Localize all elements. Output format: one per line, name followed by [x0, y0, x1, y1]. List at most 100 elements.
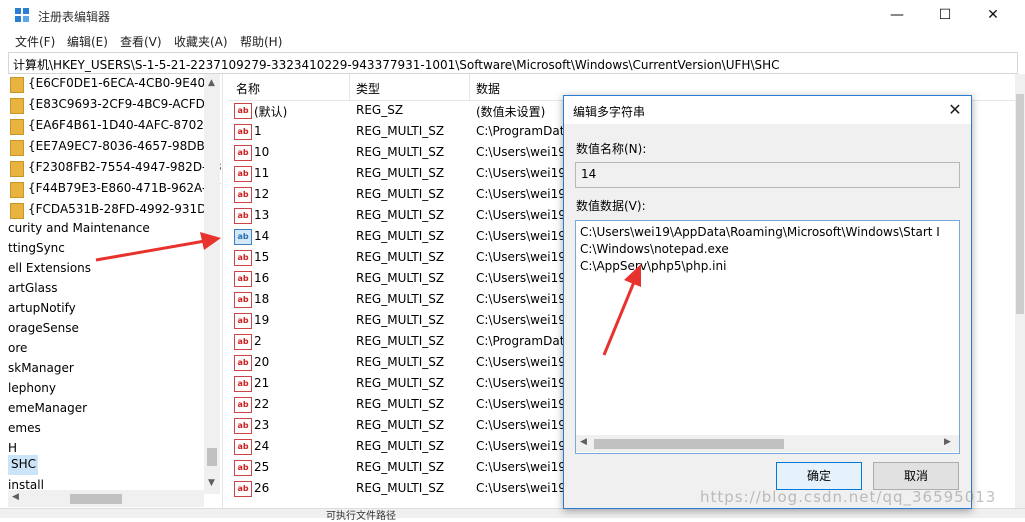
cell-type: REG_MULTI_SZ: [356, 376, 445, 390]
folder-icon: [10, 182, 24, 198]
reg-value-icon: ab: [234, 460, 252, 476]
cell-type: REG_MULTI_SZ: [356, 271, 445, 285]
reg-value-icon: ab: [234, 376, 252, 392]
cell-name: 10: [254, 145, 270, 159]
cell-type: REG_MULTI_SZ: [356, 166, 445, 180]
cell-name: 21: [254, 376, 270, 390]
cell-name: 23: [254, 418, 270, 432]
reg-value-icon: ab: [234, 145, 252, 161]
tree-item[interactable]: ell Extensions: [8, 259, 204, 279]
reg-value-icon: ab: [234, 166, 252, 182]
cell-name: 24: [254, 439, 270, 453]
tree-item[interactable]: artupNotify: [8, 299, 204, 319]
cell-name: 19: [254, 313, 270, 327]
scroll-thumb[interactable]: [207, 448, 217, 466]
cell-type: REG_MULTI_SZ: [356, 250, 445, 264]
data-horizontal-scrollbar[interactable]: ◀ ▶: [576, 435, 959, 452]
close-icon[interactable]: ✕: [942, 99, 968, 121]
cell-name: 16: [254, 271, 270, 285]
dialog-title-bar: 编辑多字符串 ✕: [564, 96, 971, 124]
address-path: 计算机\HKEY_USERS\S-1-5-21-2237109279-33234…: [13, 58, 780, 72]
tree-item[interactable]: curity and Maintenance: [8, 219, 204, 239]
reg-value-icon: ab: [234, 187, 252, 203]
reg-value-icon: ab: [234, 124, 252, 140]
tree-vertical-scrollbar[interactable]: ▲ ▼: [204, 74, 220, 494]
reg-value-icon: ab: [234, 292, 252, 308]
reg-value-icon: ab: [234, 250, 252, 266]
tree-item[interactable]: artGlass: [8, 279, 204, 299]
reg-value-icon: ab: [234, 481, 252, 497]
reg-value-icon: ab: [234, 103, 252, 119]
data-line: C:\Users\wei19\AppData\Roaming\Microsoft…: [580, 225, 940, 239]
menu-edit[interactable]: 编辑(E): [67, 33, 108, 50]
reg-value-icon: ab: [234, 355, 252, 371]
scroll-left-icon[interactable]: ◀: [580, 437, 587, 447]
cell-data: C:\Users\wei19: [476, 250, 566, 264]
column-divider[interactable]: [469, 74, 470, 100]
tree-item[interactable]: emeManager: [8, 399, 204, 419]
tree-item[interactable]: orageSense: [8, 319, 204, 339]
cell-type: REG_MULTI_SZ: [356, 334, 445, 348]
watermark: https://blog.csdn.net/qq_36595013: [700, 488, 997, 506]
cell-data: C:\Users\wei19: [476, 355, 566, 369]
cell-type: REG_SZ: [356, 103, 404, 117]
cancel-button[interactable]: 取消: [873, 462, 959, 490]
cell-data: C:\Users\wei19: [476, 460, 566, 474]
reg-value-icon: ab: [234, 208, 252, 224]
ok-button[interactable]: 确定: [776, 462, 862, 490]
cell-type: REG_MULTI_SZ: [356, 397, 445, 411]
reg-value-icon: ab: [234, 313, 252, 329]
cell-type: REG_MULTI_SZ: [356, 124, 445, 138]
column-type[interactable]: 类型: [356, 80, 380, 97]
value-name-label: 数值名称(N):: [576, 142, 647, 156]
title-bar: 注册表编辑器 — ☐ ✕: [0, 0, 1025, 31]
scroll-right-icon[interactable]: ▶: [944, 437, 951, 447]
menu-view[interactable]: 查看(V): [120, 33, 162, 50]
dialog-title: 编辑多字符串: [573, 105, 646, 119]
menu-favorites[interactable]: 收藏夹(A): [174, 33, 228, 50]
cell-type: REG_MULTI_SZ: [356, 355, 445, 369]
tree-item-selected[interactable]: SHC: [8, 455, 38, 475]
column-data[interactable]: 数据: [476, 80, 500, 97]
scroll-down-icon[interactable]: ▼: [208, 478, 215, 488]
scroll-thumb[interactable]: [70, 494, 122, 504]
tree-item[interactable]: skManager: [8, 359, 204, 379]
cell-name: 1: [254, 124, 262, 138]
scroll-left-icon[interactable]: ◀: [12, 492, 19, 502]
cell-name: 26: [254, 481, 270, 495]
cell-name: 20: [254, 355, 270, 369]
value-data-textarea[interactable]: C:\Users\wei19\AppData\Roaming\Microsoft…: [575, 220, 960, 454]
data-line: C:\AppServ\php5\php.ini: [580, 259, 727, 273]
menu-help[interactable]: 帮助(H): [240, 33, 282, 50]
cell-type: REG_MULTI_SZ: [356, 292, 445, 306]
value-name-field: 14: [575, 162, 960, 188]
column-name[interactable]: 名称: [236, 80, 260, 97]
tree-horizontal-scrollbar[interactable]: ◀: [8, 490, 204, 507]
close-window-button[interactable]: ✕: [970, 0, 1016, 31]
scroll-thumb[interactable]: [594, 439, 784, 449]
scroll-up-icon[interactable]: ▲: [208, 78, 215, 88]
edit-multistring-dialog: 编辑多字符串 ✕ 数值名称(N): 14 数值数据(V): C:\Users\w…: [563, 95, 972, 509]
reg-value-icon: ab: [234, 334, 252, 350]
cell-data: C:\Users\wei19: [476, 418, 566, 432]
cell-data: C:\Users\wei19: [476, 166, 566, 180]
maximize-button[interactable]: ☐: [922, 0, 968, 31]
tree-item[interactable]: ttingSync: [8, 239, 204, 259]
tree-item[interactable]: ore: [8, 339, 204, 359]
tree-item[interactable]: lephony: [8, 379, 204, 399]
cell-name: 12: [254, 187, 270, 201]
cell-type: REG_MULTI_SZ: [356, 439, 445, 453]
address-bar[interactable]: 计算机\HKEY_USERS\S-1-5-21-2237109279-33234…: [8, 52, 1018, 74]
regedit-icon: [15, 8, 29, 22]
tree-item[interactable]: emes: [8, 419, 204, 439]
folder-icon: [10, 98, 24, 114]
cell-data: C:\Users\wei19: [476, 481, 566, 495]
cell-type: REG_MULTI_SZ: [356, 481, 445, 495]
cell-name: 18: [254, 292, 270, 306]
menu-file[interactable]: 文件(F): [15, 33, 55, 50]
cell-data: C:\Users\wei19: [476, 313, 566, 327]
column-divider[interactable]: [349, 74, 350, 100]
cell-data: C:\Users\wei19: [476, 229, 566, 243]
minimize-button[interactable]: —: [874, 0, 920, 31]
cell-data: C:\Users\wei19: [476, 271, 566, 285]
